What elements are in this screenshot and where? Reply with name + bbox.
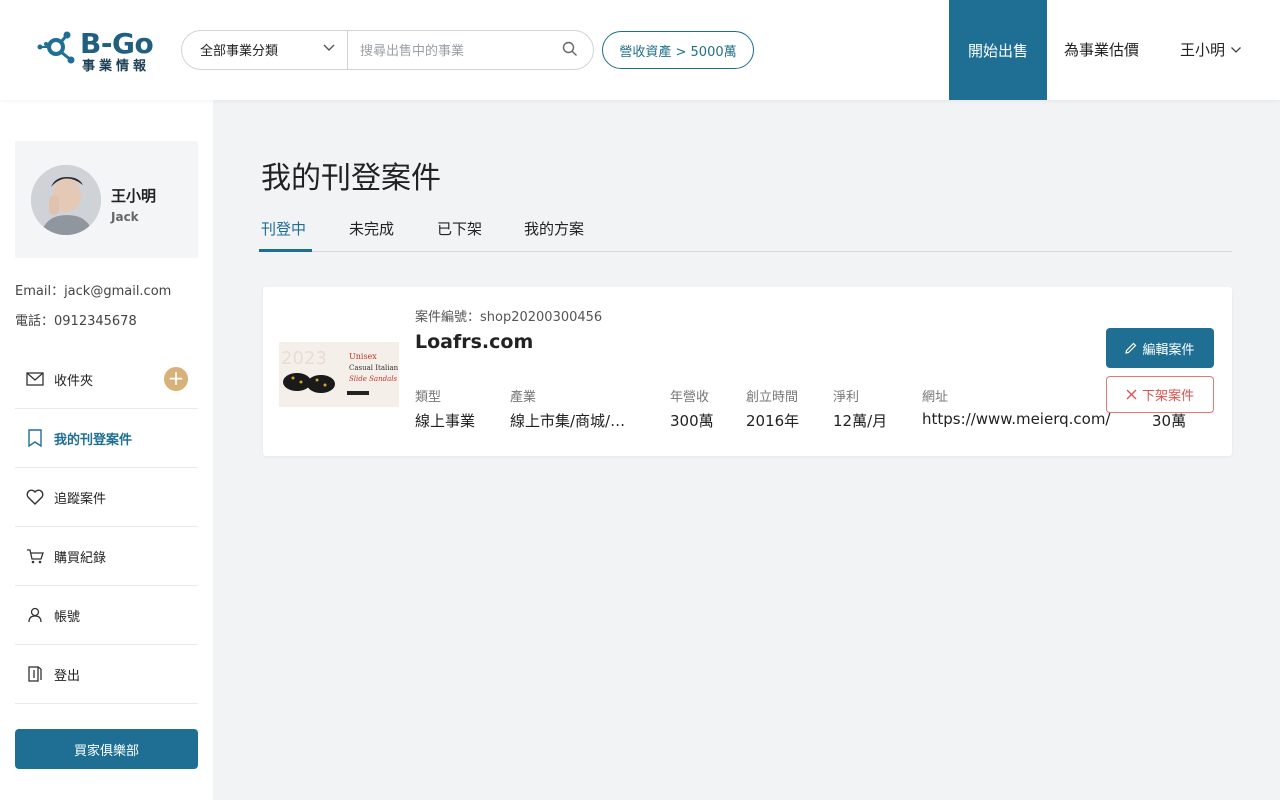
- avatar-image: [31, 165, 101, 235]
- profile-name: 王小明: [111, 187, 157, 205]
- field-label-type: 類型: [415, 390, 442, 405]
- document-icon: [26, 429, 44, 447]
- listing-tabs: 刊登中 未完成 已下架 我的方案: [259, 212, 1232, 252]
- sidebar-item-account[interactable]: 帳號: [15, 586, 198, 645]
- profile-card: 王小明 Jack: [15, 141, 198, 258]
- tab-my-plans[interactable]: 我的方案: [524, 218, 584, 239]
- field-label-founded: 創立時間: [746, 390, 799, 405]
- sidebar-item-label: 登出: [54, 668, 81, 684]
- category-select[interactable]: 全部事業分類: [182, 31, 348, 69]
- cart-icon: [26, 547, 44, 565]
- valuate-business-link[interactable]: 為事業估價: [1064, 39, 1139, 60]
- category-select-label: 全部事業分類: [200, 44, 279, 59]
- field-label-revenue: 年營收: [670, 390, 710, 405]
- field-label-net-profit: 淨利: [833, 390, 860, 405]
- listing-card: 2023 Unisex Casual Italian Slide Sandals…: [263, 287, 1232, 456]
- close-icon: [1126, 389, 1137, 400]
- user-icon: [26, 606, 44, 624]
- search-input[interactable]: 搜尋出售中的事業: [360, 40, 550, 59]
- add-button[interactable]: +: [164, 367, 188, 391]
- active-tab-indicator: [259, 249, 312, 252]
- field-value-founded: 2016年: [746, 412, 800, 430]
- delist-label: 下架案件: [1141, 389, 1194, 404]
- user-menu-label: 王小明: [1180, 41, 1226, 59]
- sidebar-item-my-listings[interactable]: 我的刊登案件: [15, 409, 198, 468]
- field-value-net-profit: 12萬/月: [833, 412, 888, 430]
- revenue-filter-chip[interactable]: 營收資產 > 5000萬: [602, 31, 754, 69]
- page-title: 我的刊登案件: [261, 161, 441, 196]
- profile-email: Email：jack@gmail.com: [15, 284, 172, 299]
- sidebar-item-logout[interactable]: 登出: [15, 645, 198, 704]
- logo-mark-icon: [37, 31, 75, 64]
- user-menu[interactable]: 王小明: [1180, 39, 1242, 60]
- b-go-logo[interactable]: B-Go 事業情報: [34, 28, 164, 74]
- profile-english-name: Jack: [111, 210, 139, 224]
- thumbnail-caption-1: Unisex: [349, 352, 377, 361]
- tab-delisted[interactable]: 已下架: [437, 218, 482, 239]
- delist-button[interactable]: 下架案件: [1106, 376, 1214, 413]
- top-header: B-Go 事業情報 全部事業分類 搜尋出售中的事業 營收資產 > 5000萬 開…: [0, 0, 1280, 100]
- logo-subtitle: 事業情報: [82, 59, 151, 74]
- field-value-revenue: 300萬: [670, 412, 714, 430]
- buyer-club-button[interactable]: 買家俱樂部: [15, 729, 198, 769]
- chevron-down-icon: [323, 44, 335, 51]
- avatar: [31, 165, 101, 235]
- field-value-asking-price: 30萬: [1152, 412, 1187, 430]
- profile-phone: 電話：0912345678: [15, 314, 137, 329]
- search-bar: 全部事業分類 搜尋出售中的事業: [181, 30, 594, 70]
- sidebar-item-label: 帳號: [54, 609, 81, 625]
- pencil-icon: [1125, 342, 1137, 354]
- logout-icon: [26, 665, 44, 683]
- thumbnail-caption-3: Slide Sandals: [349, 375, 398, 383]
- listing-thumbnail[interactable]: 2023 Unisex Casual Italian Slide Sandals: [279, 336, 399, 407]
- field-label-industry: 產業: [510, 390, 537, 405]
- svg-text:2023: 2023: [281, 348, 327, 369]
- tab-active-listings[interactable]: 刊登中: [261, 218, 306, 239]
- chevron-down-icon: [1231, 46, 1241, 53]
- heart-icon: [26, 488, 44, 506]
- field-value-type: 線上事業: [415, 412, 476, 430]
- field-label-url: 網址: [922, 390, 949, 405]
- sidebar-item-tracking[interactable]: 追蹤案件: [15, 468, 198, 527]
- sidebar-item-label: 收件夾: [54, 373, 94, 389]
- sidebar-item-inbox[interactable]: 收件夾 +: [15, 350, 198, 409]
- tab-incomplete[interactable]: 未完成: [349, 218, 394, 239]
- field-value-industry: 線上市集/商城/平台: [510, 412, 632, 430]
- edit-listing-button[interactable]: 編輯案件: [1106, 328, 1214, 368]
- thumbnail-caption-2: Casual Italian: [349, 364, 399, 372]
- sidebar-item-label: 我的刊登案件: [54, 432, 133, 448]
- listing-title[interactable]: Loafrs.com: [415, 331, 533, 353]
- sidebar-item-label: 購買紀錄: [54, 550, 107, 566]
- sidebar-item-purchases[interactable]: 購買紀錄: [15, 527, 198, 586]
- mail-icon: [26, 370, 44, 388]
- sidebar: 王小明 Jack Email：jack@gmail.com 電話：0912345…: [0, 100, 213, 800]
- search-icon[interactable]: [562, 41, 578, 57]
- start-selling-button[interactable]: 開始出售: [949, 0, 1047, 100]
- sidebar-item-label: 追蹤案件: [54, 491, 107, 507]
- case-number: 案件編號：shop20200300456: [415, 310, 603, 325]
- sidebar-menu: 收件夾 + 我的刊登案件 追蹤案件 購買紀錄 帳號 登出: [15, 350, 198, 704]
- edit-listing-label: 編輯案件: [1142, 342, 1195, 358]
